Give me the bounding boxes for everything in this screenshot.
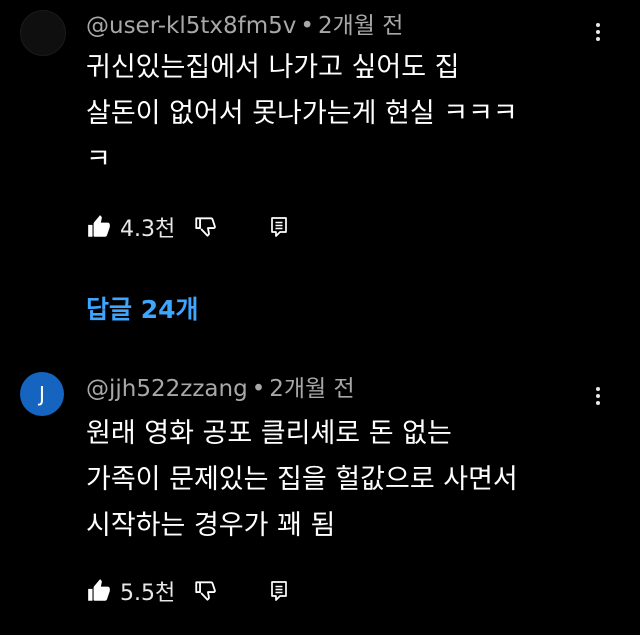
reply-button[interactable] bbox=[267, 215, 291, 239]
reply-button[interactable] bbox=[267, 579, 291, 603]
username[interactable]: @user-kl5tx8fm5v bbox=[86, 13, 296, 39]
separator-dot: • bbox=[300, 13, 314, 39]
reply-icon bbox=[271, 581, 288, 601]
comment-line: 시작하는 경우가 꽤 됨 bbox=[86, 510, 336, 541]
like-count: 5.5천 bbox=[120, 581, 176, 606]
separator-dot: • bbox=[251, 376, 266, 402]
timestamp: 2개월 전 bbox=[269, 376, 355, 402]
dislike-button[interactable] bbox=[193, 214, 219, 240]
thumb-down-icon bbox=[195, 217, 217, 237]
more-vert-icon[interactable] bbox=[588, 382, 608, 410]
username[interactable]: @jjh522zzang bbox=[86, 376, 248, 402]
comment-text: 원래 영화 공포 클리셰로 돈 없는 가족이 문제있는 집을 헐값으로 사면서 … bbox=[86, 411, 606, 549]
comment-actions: 4.3천 bbox=[86, 211, 291, 243]
thumb-down-icon bbox=[195, 581, 217, 601]
dislike-button[interactable] bbox=[193, 578, 219, 604]
timestamp: 2개월 전 bbox=[317, 13, 404, 39]
like-button[interactable]: 4.3천 bbox=[86, 211, 175, 243]
comment-line: ㅋ bbox=[86, 144, 111, 175]
avatar[interactable] bbox=[20, 10, 66, 56]
comment-meta: @jjh522zzang • 2개월 전 bbox=[86, 375, 355, 403]
comment-line: 원래 영화 공포 클리셰로 돈 없는 bbox=[86, 418, 452, 449]
view-replies-button[interactable]: 답글 24개 bbox=[86, 290, 199, 326]
comment-text: 귀신있는집에서 나가고 싶어도 집 살돈이 없어서 못나가는게 현실 ㅋㅋㅋ ㅋ bbox=[86, 45, 606, 183]
reply-icon bbox=[271, 217, 288, 237]
comment-line: 귀신있는집에서 나가고 싶어도 집 bbox=[86, 52, 460, 83]
comment-line: 살돈이 없어서 못나가는게 현실 ㅋㅋㅋ bbox=[86, 98, 518, 129]
like-count: 4.3천 bbox=[120, 217, 176, 242]
thumb-up-icon bbox=[88, 579, 110, 601]
comment-actions: 5.5천 bbox=[86, 575, 291, 607]
thumb-up-icon bbox=[88, 215, 110, 237]
avatar[interactable]: J bbox=[20, 372, 64, 416]
more-vert-icon[interactable] bbox=[588, 18, 608, 46]
comment-line: 가족이 문제있는 집을 헐값으로 사면서 bbox=[86, 464, 518, 495]
like-button[interactable]: 5.5천 bbox=[86, 575, 175, 607]
comment-meta: @user-kl5tx8fm5v • 2개월 전 bbox=[86, 12, 403, 40]
